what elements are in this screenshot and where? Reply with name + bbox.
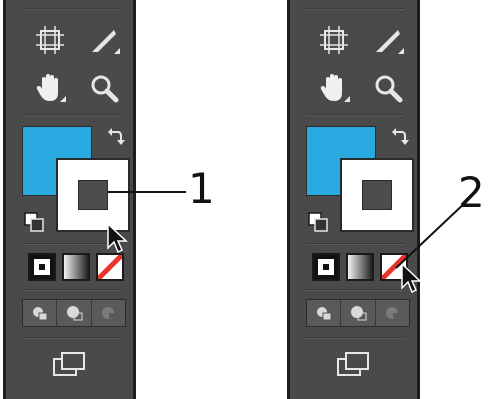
change-screen-mode-icon[interactable] <box>336 351 370 379</box>
separator <box>22 289 120 291</box>
draw-behind-button[interactable] <box>57 300 92 326</box>
draw-behind-icon <box>350 306 367 321</box>
draw-normal-button[interactable] <box>307 300 342 326</box>
separator <box>22 114 120 116</box>
gradient-mode-button[interactable] <box>62 253 90 281</box>
knife-tool[interactable] <box>368 22 408 58</box>
callout-label-2: 2 <box>458 168 485 217</box>
submenu-indicator <box>114 48 120 54</box>
zoom-icon <box>375 75 403 103</box>
swap-fill-stroke-icon[interactable] <box>104 126 126 148</box>
draw-normal-button[interactable] <box>23 300 58 326</box>
artboard-icon <box>320 26 348 54</box>
none-icon <box>96 253 124 281</box>
zoom-icon <box>91 75 119 103</box>
separator <box>306 337 404 339</box>
artboard-tool[interactable] <box>314 22 354 58</box>
color-icon <box>34 259 50 275</box>
separator <box>306 243 404 245</box>
knife-tool[interactable] <box>84 22 124 58</box>
submenu-indicator <box>398 48 404 54</box>
draw-mode-strip <box>22 299 126 327</box>
draw-inside-icon <box>102 307 115 319</box>
zoom-tool[interactable] <box>368 70 408 106</box>
hand-tool[interactable] <box>314 70 354 106</box>
separator <box>22 337 120 339</box>
submenu-indicator <box>344 96 350 102</box>
swap-fill-stroke-icon[interactable] <box>388 126 410 148</box>
default-fill-stroke-icon[interactable] <box>24 212 44 232</box>
draw-inside-button[interactable] <box>376 300 409 326</box>
artboard-icon <box>36 26 64 54</box>
default-fill-stroke-icon[interactable] <box>308 212 328 232</box>
draw-behind-icon <box>66 306 83 321</box>
mouse-cursor-icon <box>107 222 128 254</box>
separator <box>306 114 404 116</box>
stroke-swatch-hole <box>362 180 392 210</box>
color-mode-button[interactable] <box>312 253 340 281</box>
draw-inside-button[interactable] <box>92 300 125 326</box>
draw-mode-strip <box>306 299 410 327</box>
callout-line-1 <box>108 191 186 193</box>
zoom-tool[interactable] <box>84 70 124 106</box>
draw-behind-button[interactable] <box>341 300 376 326</box>
draw-normal-icon <box>32 307 48 321</box>
callout-label-1: 1 <box>188 164 215 213</box>
artboard-tool[interactable] <box>30 22 70 58</box>
separator <box>306 289 404 291</box>
gradient-mode-button[interactable] <box>346 253 374 281</box>
stroke-swatch-hole <box>78 180 108 210</box>
separator <box>306 8 404 10</box>
color-icon <box>318 259 334 275</box>
draw-normal-icon <box>316 307 332 321</box>
submenu-indicator <box>60 96 66 102</box>
change-screen-mode-icon[interactable] <box>52 351 86 379</box>
color-mode-button[interactable] <box>28 253 56 281</box>
separator <box>22 8 120 10</box>
hand-tool[interactable] <box>30 70 70 106</box>
draw-inside-icon <box>386 307 399 319</box>
